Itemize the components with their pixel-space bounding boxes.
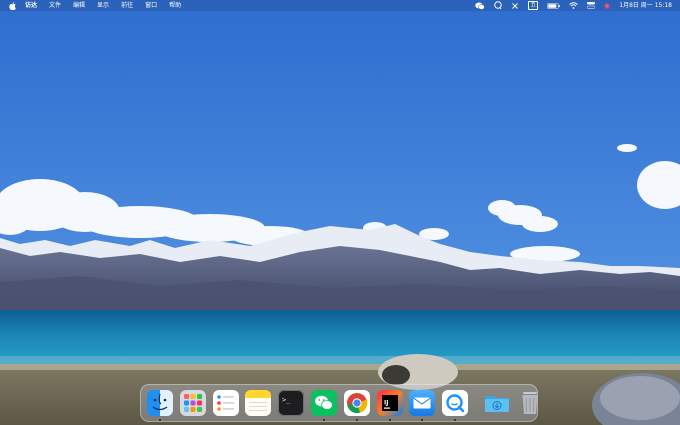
notes-icon [245, 390, 272, 416]
dock-qq[interactable] [442, 390, 469, 421]
dock-terminal[interactable]: >_ [278, 390, 305, 416]
launchpad-icon [179, 390, 206, 416]
menu-view[interactable]: 显示 [97, 0, 109, 11]
running-indicator [355, 419, 358, 421]
dock-finder[interactable] [147, 390, 173, 421]
input-method-icon[interactable]: 五 [528, 0, 539, 11]
qq-icon[interactable] [494, 0, 502, 11]
running-indicator [421, 419, 424, 421]
dock-intellij-idea[interactable]: IJ [376, 390, 403, 421]
terminal-icon: >_ [278, 390, 305, 416]
dock-downloads[interactable] [484, 390, 510, 416]
control-center-icon[interactable] [587, 0, 596, 11]
finder-icon [147, 390, 173, 416]
menu-window[interactable]: 窗口 [145, 0, 157, 11]
terminal-prompt-label: >_ [282, 396, 291, 404]
menu-file[interactable]: 文件 [49, 0, 61, 11]
desktop-wallpaper [0, 0, 680, 425]
downloads-folder-icon [484, 396, 509, 412]
running-indicator [454, 419, 457, 421]
intellij-idea-label: IJ [384, 400, 388, 407]
wechat-icon[interactable] [475, 0, 485, 11]
menu-bar-clock[interactable]: 1月8日 周一 15:18 [619, 0, 672, 11]
reminders-icon [212, 390, 239, 416]
intellij-idea-icon: IJ [376, 390, 403, 416]
running-indicator [388, 419, 391, 421]
menu-finder[interactable]: 访达 [25, 0, 37, 11]
battery-icon[interactable] [547, 0, 560, 11]
dock-wechat[interactable] [310, 390, 337, 421]
menu-bar-status-area: 五 1月8日 周一 15:18 [466, 0, 680, 11]
wifi-icon[interactable] [569, 0, 579, 11]
siri-icon[interactable] [604, 0, 610, 11]
dock-mail[interactable] [409, 390, 436, 421]
menu-bar: 访达 文件 编辑 显示 前往 窗口 帮助 五 1月8日 周一 15:18 [0, 0, 680, 11]
qq-app-icon [442, 390, 469, 416]
chrome-icon [343, 390, 370, 416]
running-indicator [322, 419, 325, 421]
control-icon[interactable] [511, 0, 519, 11]
apple-menu-icon[interactable] [8, 0, 17, 11]
input-method-label: 五 [528, 1, 539, 10]
menu-help[interactable]: 帮助 [169, 0, 181, 11]
menu-bar-left: 访达 文件 编辑 显示 前往 窗口 帮助 [0, 0, 193, 11]
dock-notes[interactable] [245, 390, 272, 416]
dock-launchpad[interactable] [179, 390, 206, 416]
menu-edit[interactable]: 编辑 [73, 0, 85, 11]
dock-chrome[interactable] [343, 390, 370, 421]
wechat-app-icon [310, 390, 337, 416]
running-indicator [159, 419, 161, 421]
menu-go[interactable]: 前往 [121, 0, 133, 11]
dock-reminders[interactable] [212, 390, 239, 416]
dock-trash[interactable] [517, 390, 543, 416]
dock: >_ IJ [140, 384, 538, 422]
trash-icon [522, 392, 538, 414]
mail-icon [409, 390, 436, 416]
